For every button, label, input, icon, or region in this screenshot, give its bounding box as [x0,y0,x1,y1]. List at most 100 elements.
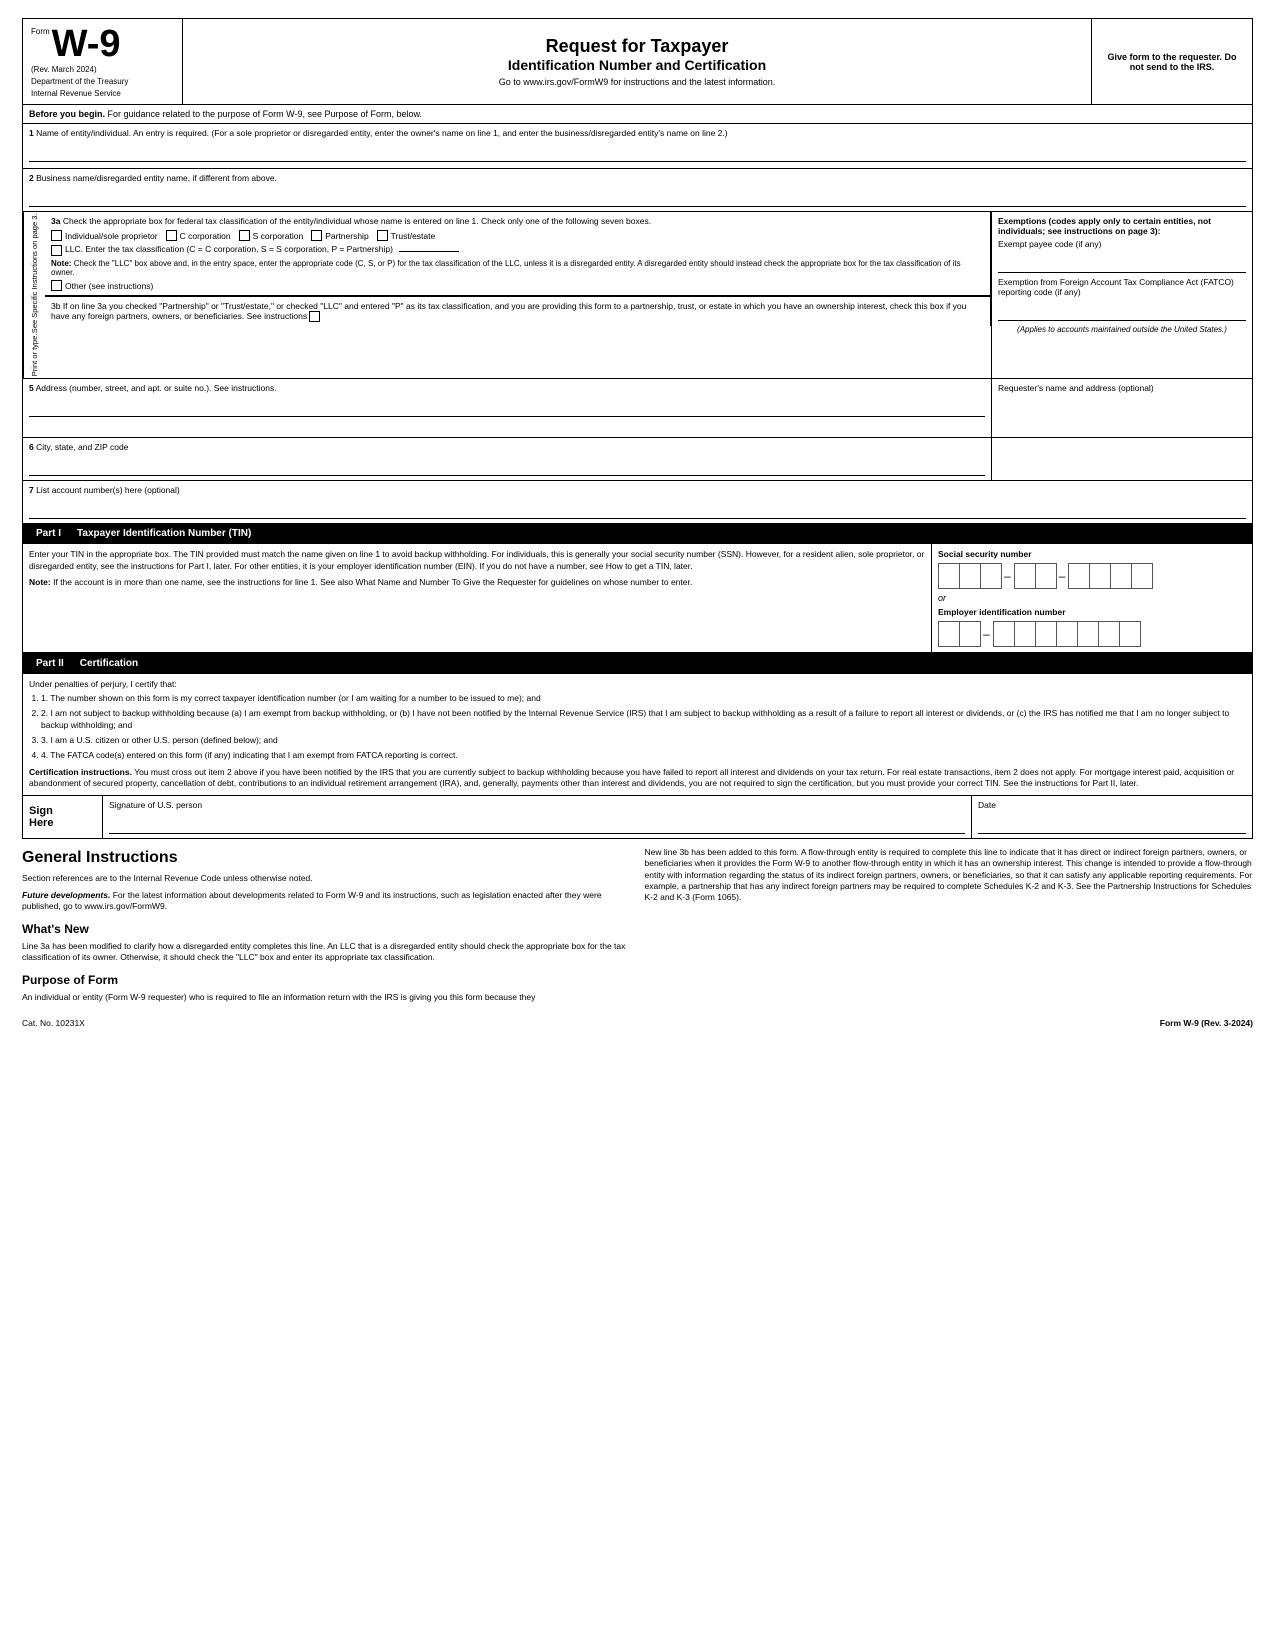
gi-right: New line 3b has been added to this form.… [645,847,1254,1009]
ein-d4[interactable] [1014,621,1036,647]
ssn-d3[interactable] [980,563,1002,589]
ssn-d1[interactable] [938,563,960,589]
ein-d7[interactable] [1077,621,1099,647]
row-3a-left: 3a Check the appropriate box for federal… [45,212,991,296]
sign-here-label: Sign Here [23,796,103,838]
ssn-d9[interactable] [1131,563,1153,589]
ein-d1[interactable] [938,621,960,647]
cb-s-corp[interactable]: S corporation [239,230,304,241]
exempt-payee: Exempt payee code (if any) [998,239,1246,273]
line6-section: 6 City, state, and ZIP code [23,438,992,480]
ssn-d8[interactable] [1110,563,1132,589]
sign-here-text2: Here [29,817,53,829]
gi-heading: General Instructions [22,847,631,869]
gi-left: General Instructions Section references … [22,847,631,1009]
part2-title: Certification [80,658,138,669]
requester-section: Requester's name and address (optional) [992,379,1252,437]
line1-section: 1 Name of entity/individual. An entry is… [23,124,1252,168]
ssn-d5[interactable] [1035,563,1057,589]
ssn-d2[interactable] [959,563,981,589]
line1-row: 1 Name of entity/individual. An entry is… [23,124,1252,169]
tin-right: Social security number – – [932,544,1252,652]
rev-date: (Rev. March 2024) [31,65,174,74]
part1-label: Part I [28,527,69,540]
tin-note: Note: If the account is in more than one… [29,577,925,588]
line3a-desc: 3a Check the appropriate box for federal… [51,216,984,226]
ein-d5[interactable] [1035,621,1057,647]
line7-input[interactable] [29,497,1246,519]
ein-d9[interactable] [1119,621,1141,647]
line7-section: 7 List account number(s) here (optional) [23,481,1252,523]
line5-row: 5 Address (number, street, and apt. or s… [23,379,1252,438]
gi-right-para1: New line 3b has been added to this form.… [645,847,1254,904]
form-label: Form [31,27,50,36]
footer-form-label: Form W-9 (Rev. 3-2024) [1160,1018,1253,1028]
before-begin-text: For guidance related to the purpose of F… [108,109,423,119]
gi-whats-new-text: Line 3a has been modified to clarify how… [22,941,631,964]
line2-input[interactable] [29,185,1246,207]
ein-d8[interactable] [1098,621,1120,647]
side-label-print: Print or type. See Specific Instructions… [23,212,45,378]
note-3a: Note: Check the "LLC" box above and, in … [51,259,984,277]
before-begin-section: Before you begin. For guidance related t… [22,105,1253,124]
cb-3b-box[interactable] [309,311,320,322]
cb-trust-box[interactable] [377,230,388,241]
irs: Internal Revenue Service [31,89,174,98]
ein-label: Employer identification number [938,607,1246,617]
footer: Cat. No. 10231X Form W-9 (Rev. 3-2024) [22,1018,1253,1028]
cb-individual[interactable]: Individual/sole proprietor [51,230,158,241]
line6-input[interactable] [29,454,985,476]
cb-s-corp-box[interactable] [239,230,250,241]
header-center: Request for Taxpayer Identification Numb… [183,19,1092,104]
cb-trust[interactable]: Trust/estate [377,230,436,241]
cb-c-corp-box[interactable] [166,230,177,241]
cert-item2: 2. I am not subject to backup withholdin… [41,708,1246,732]
ssn-dash1: – [1001,569,1014,583]
signature-input[interactable] [109,812,965,834]
line4-desc: Exemptions (codes apply only to certain … [998,216,1246,236]
line5-section: 5 Address (number, street, and apt. or s… [23,379,992,437]
ssn-group3 [1068,563,1152,589]
cert-list: 1. The number shown on this form is my c… [29,693,1246,761]
cert-item4: 4. The FATCA code(s) entered on this for… [41,750,1246,762]
fatca-section: Exemption from Foreign Account Tax Compl… [998,277,1246,321]
tin-section: Enter your TIN in the appropriate box. T… [22,544,1253,653]
ssn-group1 [938,563,1001,589]
cb-c-corp[interactable]: C corporation [166,230,231,241]
cb-llc-box[interactable] [51,245,62,256]
date-label: Date [978,800,1246,810]
ein-d2[interactable] [959,621,981,647]
date-input[interactable] [978,812,1246,834]
cb-partnership-box[interactable] [311,230,322,241]
ein-group1 [938,621,980,647]
form-title1: Request for Taxpayer [546,36,729,57]
sign-row: Sign Here Signature of U.S. person Date [22,796,1253,839]
ssn-boxes: – – [938,563,1246,589]
line5-input[interactable] [29,395,985,417]
dept: Department of the Treasury [31,77,174,86]
ssn-d6[interactable] [1068,563,1090,589]
line1-label: 1 Name of entity/individual. An entry is… [29,128,1246,138]
cb-other-box[interactable] [51,280,62,291]
under-penalties: Under penalties of perjury, I certify th… [29,679,1246,689]
exempt-payee-input[interactable] [998,251,1246,273]
ein-d3[interactable] [993,621,1015,647]
cb-individual-box[interactable] [51,230,62,241]
ein-d6[interactable] [1056,621,1078,647]
ein-boxes: – [938,621,1246,647]
ssn-d4[interactable] [1014,563,1036,589]
cb-partnership[interactable]: Partnership [311,230,368,241]
line1-input[interactable] [29,140,1246,162]
cb-other[interactable]: Other (see instructions) [51,280,984,291]
ssn-group2 [1014,563,1056,589]
part2-header: Part II Certification [22,653,1253,674]
line7-label: 7 List account number(s) here (optional) [29,485,1246,495]
line6-label: 6 City, state, and ZIP code [29,442,985,452]
form-url: Go to www.irs.gov/FormW9 for instruction… [499,77,776,87]
cert-item3: 3. I am a U.S. citizen or other U.S. per… [41,735,1246,747]
part1-header: Part I Taxpayer Identification Number (T… [22,524,1253,544]
fatca-code-input[interactable] [998,299,1246,321]
signature-label: Signature of U.S. person [109,800,965,810]
ssn-d7[interactable] [1089,563,1111,589]
tin-left: Enter your TIN in the appropriate box. T… [23,544,932,652]
